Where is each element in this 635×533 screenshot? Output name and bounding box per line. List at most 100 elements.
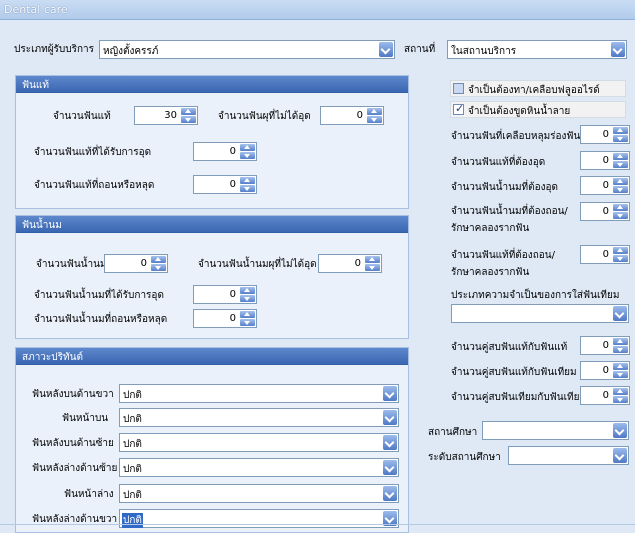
perm-fill-stepper[interactable]: 0 <box>580 151 630 170</box>
milk-filled-value: 0 <box>229 289 236 300</box>
stepper-arrows-icon[interactable] <box>613 178 628 193</box>
periodontal-value: ปกติ <box>123 439 142 450</box>
chevron-down-icon[interactable] <box>613 306 627 321</box>
bottom-divider <box>0 524 635 525</box>
place-select[interactable]: ในสถานบริการ <box>447 40 627 59</box>
pair-perm-stepper[interactable]: 0 <box>580 336 630 355</box>
perm-fill-value: 0 <box>602 155 609 166</box>
milk-unfilled-stepper[interactable]: 0 <box>318 254 382 273</box>
periodontal-select[interactable]: ปกติ <box>119 384 399 403</box>
milk-extracted-label: จำนวนฟันน้ำนมที่ถอนหรือหลุด <box>34 314 168 325</box>
periodontal-row-label: ฟันหลังล่างด้านซ้าย <box>32 463 118 474</box>
permanent-unfilled-value: 0 <box>356 110 363 121</box>
permanent-filled-stepper[interactable]: 0 <box>193 142 257 161</box>
perm-root-value: 0 <box>602 249 609 260</box>
milk-filled-stepper[interactable]: 0 <box>193 285 257 304</box>
fluoride-checkbox[interactable]: จำเป็นต้องทา/เคลือบฟลูออไรด์ <box>450 80 626 97</box>
stepper-arrows-icon[interactable] <box>613 153 628 168</box>
sealant-value: 0 <box>602 129 609 140</box>
stepper-arrows-icon[interactable] <box>613 204 628 219</box>
stepper-arrows-icon[interactable] <box>367 108 382 123</box>
periodontal-row-label: ฟันหน้าล่าง <box>64 489 114 500</box>
milk-unfilled-label: จำนวนฟันน้ำนมผุที่ไม่ได้อุด <box>198 259 317 270</box>
chevron-down-icon[interactable] <box>383 460 397 475</box>
denture-need-select[interactable] <box>451 304 629 323</box>
chevron-down-icon[interactable] <box>611 42 625 57</box>
periodontal-value: ปกติ <box>123 490 142 501</box>
milk-root-label: จำนวนฟันน้ำนมที่ต้องถอน/ <box>451 206 568 217</box>
school-select[interactable] <box>482 421 629 440</box>
stepper-arrows-icon[interactable] <box>151 256 166 271</box>
pair-perm-label: จำนวนคู่สบฟันแท้กับฟันแท้ <box>451 342 568 353</box>
service-type-select[interactable]: หญิงตั้งครรภ์ <box>99 40 395 59</box>
periodontal-select[interactable]: ปกติ <box>119 408 399 427</box>
checkbox-icon[interactable] <box>453 83 464 94</box>
chevron-down-icon[interactable] <box>383 386 397 401</box>
periodontal-row-label: ฟันหน้าบน <box>62 413 109 424</box>
perm-root-label: จำนวนฟันแท้ที่ต้องถอน/ <box>451 250 555 261</box>
stepper-arrows-icon[interactable] <box>365 256 380 271</box>
stepper-arrows-icon[interactable] <box>613 388 628 403</box>
chevron-down-icon[interactable] <box>613 423 627 438</box>
permanent-unfilled-label: จำนวนฟันผุที่ไม่ได้อุด <box>218 111 311 122</box>
stepper-arrows-icon[interactable] <box>181 108 196 123</box>
permanent-count-stepper[interactable]: 30 <box>134 106 198 125</box>
service-type-value: หญิงตั้งครรภ์ <box>103 46 159 57</box>
milk-fill-label: จำนวนฟันน้ำนมที่ต้องอุด <box>451 182 559 193</box>
checkbox-checked-icon[interactable] <box>453 102 464 115</box>
stepper-arrows-icon[interactable] <box>240 287 255 302</box>
stepper-arrows-icon[interactable] <box>613 247 628 262</box>
stepper-arrows-icon[interactable] <box>240 311 255 326</box>
chevron-down-icon[interactable] <box>613 448 627 463</box>
title-bar: Dental care <box>0 0 635 20</box>
periodontal-row-label: ฟันหลังบนด้านซ้าย <box>32 438 114 449</box>
sealant-stepper[interactable]: 0 <box>580 125 630 144</box>
chevron-down-icon[interactable] <box>383 410 397 425</box>
periodontal-row-label: ฟันหลังบนด้านขวา <box>32 389 114 400</box>
window-title: Dental care <box>4 3 68 16</box>
milk-root-label-cont: รักษาคลองรากฟัน <box>451 223 530 234</box>
scaling-label: จำเป็นต้องขูดหินน้ำลาย <box>468 106 571 117</box>
stepper-arrows-icon[interactable] <box>613 363 628 378</box>
place-label: สถานที่ <box>404 44 436 55</box>
pair-mixed-stepper[interactable]: 0 <box>580 361 630 380</box>
permanent-extracted-label: จำนวนฟันแท้ที่ถอนหรือหลุด <box>34 180 155 191</box>
scaling-checkbox[interactable]: จำเป็นต้องขูดหินน้ำลาย <box>450 101 626 118</box>
chevron-down-icon[interactable] <box>383 435 397 450</box>
milk-extracted-stepper[interactable]: 0 <box>193 309 257 328</box>
stepper-arrows-icon[interactable] <box>613 127 628 142</box>
milk-count-label: จำนวนฟันน้ำนม <box>36 259 107 270</box>
service-type-label: ประเภทผู้รับบริการ <box>14 44 95 55</box>
periodontal-select[interactable]: ปกติ <box>119 509 399 528</box>
pair-denture-stepper[interactable]: 0 <box>580 386 630 405</box>
milk-fill-stepper[interactable]: 0 <box>580 176 630 195</box>
chevron-down-icon[interactable] <box>379 42 393 57</box>
periodontal-select[interactable]: ปกติ <box>119 484 399 503</box>
milk-unfilled-value: 0 <box>354 258 361 269</box>
milk-teeth-header: ฟันน้ำนม <box>16 216 408 233</box>
permanent-extracted-stepper[interactable]: 0 <box>193 175 257 194</box>
school-level-select[interactable] <box>508 446 629 465</box>
permanent-unfilled-stepper[interactable]: 0 <box>320 106 384 125</box>
chevron-down-icon[interactable] <box>383 486 397 501</box>
perm-root-stepper[interactable]: 0 <box>580 245 630 264</box>
periodontal-header: สภาวะปริทันต์ <box>16 348 408 365</box>
stepper-arrows-icon[interactable] <box>613 338 628 353</box>
permanent-filled-label: จำนวนฟันแท้ที่ได้รับการอุด <box>34 147 152 158</box>
stepper-arrows-icon[interactable] <box>240 144 255 159</box>
school-label: สถานศึกษา <box>428 427 478 438</box>
stepper-arrows-icon[interactable] <box>240 177 255 192</box>
permanent-filled-value: 0 <box>229 146 236 157</box>
pair-mixed-value: 0 <box>602 365 609 376</box>
periodontal-select[interactable]: ปกติ <box>119 458 399 477</box>
fluoride-label: จำเป็นต้องทา/เคลือบฟลูออไรด์ <box>468 85 600 96</box>
milk-root-stepper[interactable]: 0 <box>580 202 630 221</box>
periodontal-select[interactable]: ปกติ <box>119 433 399 452</box>
milk-count-stepper[interactable]: 0 <box>104 254 168 273</box>
permanent-teeth-header: ฟันแท้ <box>16 76 408 93</box>
school-level-label: ระดับสถานศึกษา <box>428 452 501 463</box>
place-value: ในสถานบริการ <box>451 46 517 57</box>
pair-perm-value: 0 <box>602 340 609 351</box>
pair-mixed-label: จำนวนคู่สบฟันแท้กับฟันเทียม <box>451 367 577 378</box>
periodontal-value: ปกติ <box>123 390 142 401</box>
